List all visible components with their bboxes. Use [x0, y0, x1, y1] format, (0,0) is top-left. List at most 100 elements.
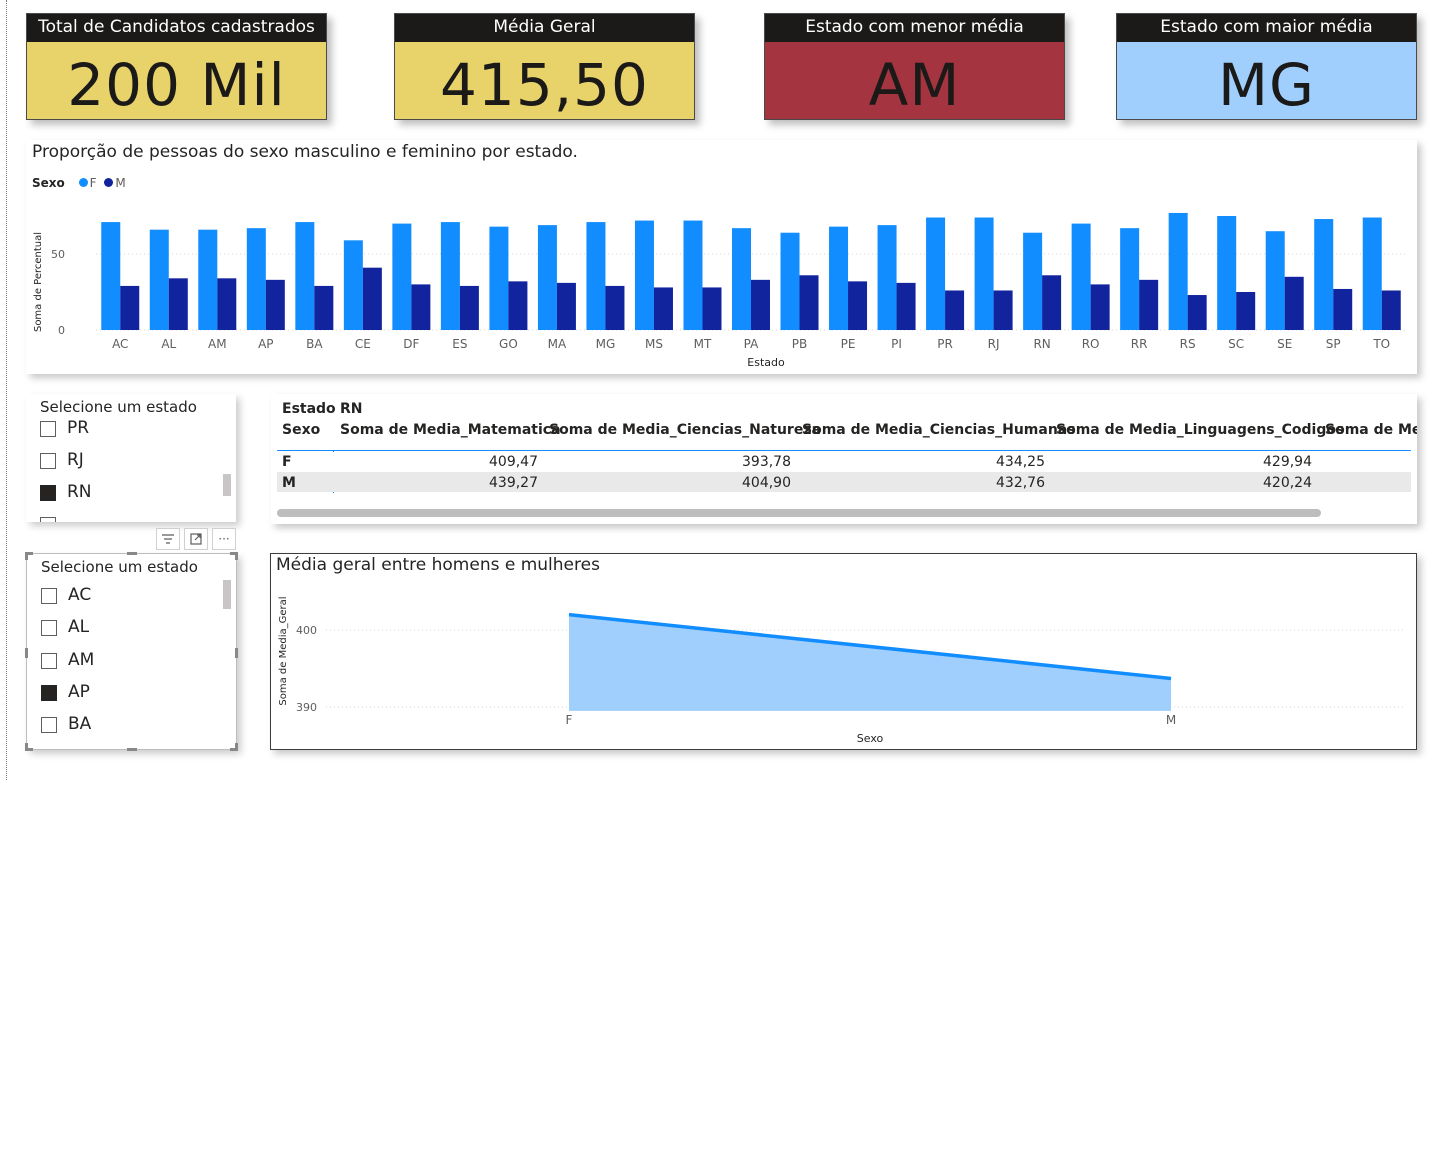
kpi-card-maior-media[interactable]: Estado com maior média MG	[1116, 13, 1417, 120]
table-cell: 420,24	[1263, 475, 1312, 491]
x-tick-label: MG	[596, 337, 616, 351]
kpi-card-total-candidatos[interactable]: Total de Candidatos cadastrados 200 Mil	[26, 13, 327, 120]
column-header-truncated[interactable]: Soma de Me	[1325, 422, 1417, 438]
more-options-icon[interactable]: ···	[212, 528, 236, 550]
resize-handle[interactable]	[235, 552, 238, 560]
bar-m-ma	[556, 282, 576, 330]
x-tick-label: SP	[1326, 337, 1341, 351]
matrix-table-panel[interactable]: Estado RN Sexo Soma de Media_Matematica …	[271, 394, 1417, 524]
x-tick-label: MA	[548, 337, 567, 351]
bar-f-rs	[1168, 212, 1188, 330]
bar-f-mt	[683, 220, 703, 330]
bar-m-go	[508, 281, 528, 330]
bar-m-se	[1284, 276, 1304, 330]
column-header-linguagens-codigos[interactable]: Soma de Media_Linguagens_Codigos	[1056, 422, 1344, 438]
kpi-card-media-geral[interactable]: Média Geral 415,50	[394, 13, 695, 120]
column-header-ciencias-humanas[interactable]: Soma de Media_Ciencias_Humanas	[802, 422, 1076, 438]
column-header-ciencias-natureza[interactable]: Soma de Media_Ciencias_Natureza	[549, 422, 821, 438]
area-chart-panel[interactable]: Média geral entre homens e mulheres 390 4…	[270, 553, 1417, 750]
focus-mode-icon[interactable]	[184, 528, 208, 550]
y-tick-label: 400	[296, 624, 317, 637]
checkbox-checked[interactable]	[41, 685, 57, 701]
row-label-f: F	[282, 454, 292, 470]
bar-m-pb	[799, 275, 819, 330]
slicer-item-label: AL	[68, 617, 90, 637]
bar-chart-svg: 0 50 Soma de Percentual AC AL AM AP BA CE DF ES GO M…	[33, 212, 1406, 369]
resize-handle[interactable]	[25, 552, 28, 560]
x-tick-label: TO	[1372, 337, 1390, 351]
x-tick-label: ES	[452, 337, 467, 351]
x-tick-label: PA	[744, 337, 759, 351]
checkbox[interactable]	[41, 588, 57, 604]
table-cell: 404,90	[742, 475, 791, 491]
bar-f-al	[149, 229, 169, 330]
checkbox-checked[interactable]	[40, 485, 56, 501]
bar-m-mg	[605, 285, 625, 330]
kpi-title: Estado com maior média	[1117, 14, 1416, 42]
y-axis-label: Soma de Percentual	[33, 232, 44, 332]
x-tick-label: RJ	[988, 337, 1000, 351]
x-tick-label: CE	[355, 337, 371, 351]
y-axis-label: Soma de Media_Geral	[278, 596, 289, 705]
x-tick-label: BA	[306, 337, 323, 351]
x-tick-label: PE	[841, 337, 856, 351]
area-fill	[569, 614, 1171, 711]
checkbox[interactable]	[41, 620, 57, 636]
bar-m-pi	[896, 282, 916, 330]
table-cell: 409,47	[489, 454, 538, 470]
resize-handle[interactable]	[127, 748, 137, 751]
row-header-sexo: Sexo	[282, 422, 321, 438]
resize-handle[interactable]	[25, 743, 28, 751]
bar-f-pe	[829, 226, 849, 330]
table-row[interactable]	[277, 452, 1411, 472]
table-cell: 439,27	[489, 475, 538, 491]
bar-f-rj	[974, 217, 994, 330]
bar-f-pi	[877, 225, 897, 330]
table-row[interactable]	[277, 472, 1411, 492]
x-tick-label: DF	[403, 337, 419, 351]
x-tick-label: MS	[645, 337, 663, 351]
kpi-card-menor-media[interactable]: Estado com menor média AM	[764, 13, 1065, 120]
state-slicer-top[interactable]: Selecione um estado PR RJ RN	[26, 394, 236, 522]
column-group-value[interactable]: RN	[340, 401, 363, 417]
x-tick-label: SC	[1228, 337, 1244, 351]
resize-handle[interactable]	[127, 552, 137, 555]
x-tick-label: AM	[208, 337, 227, 351]
slicer-item-label: RJ	[67, 450, 84, 470]
bar-chart-panel[interactable]: Proporção de pessoas do sexo masculino e…	[26, 140, 1417, 374]
checkbox[interactable]	[40, 421, 56, 437]
bar-f-mg	[586, 222, 606, 330]
x-tick-label: AC	[112, 337, 128, 351]
header-divider	[277, 450, 1411, 451]
bar-m-pe	[848, 281, 868, 330]
bar-m-df	[411, 284, 431, 330]
bar-f-rn	[1023, 232, 1043, 330]
slicer-item-label: AP	[68, 682, 90, 702]
state-slicer-bottom[interactable]: Selecione um estado AC AL AM AP BA	[25, 552, 238, 751]
bar-f-am	[198, 229, 218, 330]
x-tick-label: RO	[1082, 337, 1100, 351]
checkbox[interactable]	[41, 717, 57, 733]
column-header-matematica[interactable]: Soma de Media_Matematica	[340, 422, 561, 438]
filter-icon[interactable]	[156, 528, 180, 550]
table-cell: 432,76	[996, 475, 1045, 491]
bar-m-ba	[314, 285, 334, 330]
kpi-value: 200 Mil	[27, 42, 326, 119]
slicer-scrollbar[interactable]	[223, 580, 231, 609]
checkbox	[40, 517, 56, 522]
checkbox[interactable]	[40, 453, 56, 469]
checkbox[interactable]	[41, 653, 57, 669]
bar-m-ce	[362, 267, 382, 330]
horizontal-scrollbar[interactable]	[277, 509, 1321, 517]
bar-m-al	[168, 278, 188, 330]
slicer-item-label: AM	[68, 650, 95, 670]
resize-handle[interactable]	[235, 743, 238, 751]
bar-m-es	[459, 285, 479, 330]
slicer-scrollbar[interactable]	[223, 474, 231, 496]
resize-handle[interactable]	[235, 648, 238, 658]
x-tick-label: M	[1166, 713, 1176, 727]
slicer-item-label: RN	[67, 482, 92, 502]
resize-handle[interactable]	[25, 648, 28, 658]
x-tick-label: MT	[694, 337, 712, 351]
table-cell: 429,94	[1263, 454, 1312, 470]
